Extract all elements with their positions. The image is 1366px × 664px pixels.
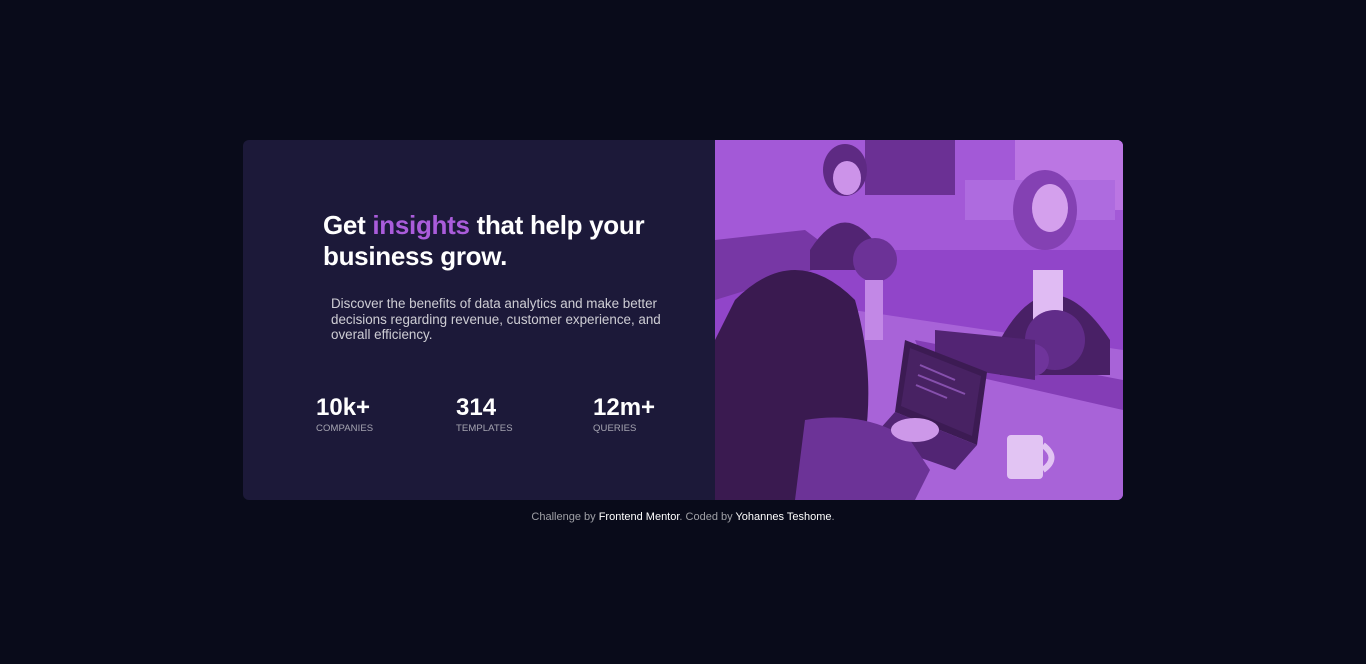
stat-value: 314 — [456, 394, 497, 421]
heading-text-pre: Get — [323, 210, 373, 240]
card-description: Discover the benefits of data analytics … — [331, 296, 661, 342]
stat-value: 12m+ — [593, 394, 656, 421]
attribution-footer: Challenge by Frontend Mentor. Coded by Y… — [0, 511, 1366, 523]
card-content: Get insights that help your business gro… — [243, 140, 715, 500]
heading-accent-word: insights — [372, 210, 470, 240]
stat-templates: 314 Templates — [456, 394, 513, 435]
stat-label: Queries — [593, 423, 637, 434]
office-photo — [715, 140, 1123, 500]
footer-middle: . Coded by — [679, 511, 736, 523]
stat-label: Companies — [316, 423, 374, 434]
author-link[interactable]: Yohannes Teshome — [735, 511, 831, 523]
card-heading: Get insights that help your business gro… — [323, 210, 683, 272]
stat-companies: 10k+ Companies — [316, 394, 374, 435]
frontend-mentor-link[interactable]: Frontend Mentor — [599, 511, 680, 523]
stat-label: Templates — [456, 423, 513, 434]
stats-row: 10k+ Companies 314 Templates 12m+ Querie… — [316, 395, 716, 445]
footer-prefix: Challenge by — [531, 511, 599, 523]
office-photo-illustration — [715, 140, 1123, 500]
stats-preview-card: Get insights that help your business gro… — [243, 140, 1123, 500]
stat-value: 10k+ — [316, 394, 371, 421]
footer-suffix: . — [831, 511, 835, 523]
stat-queries: 12m+ Queries — [593, 394, 656, 435]
